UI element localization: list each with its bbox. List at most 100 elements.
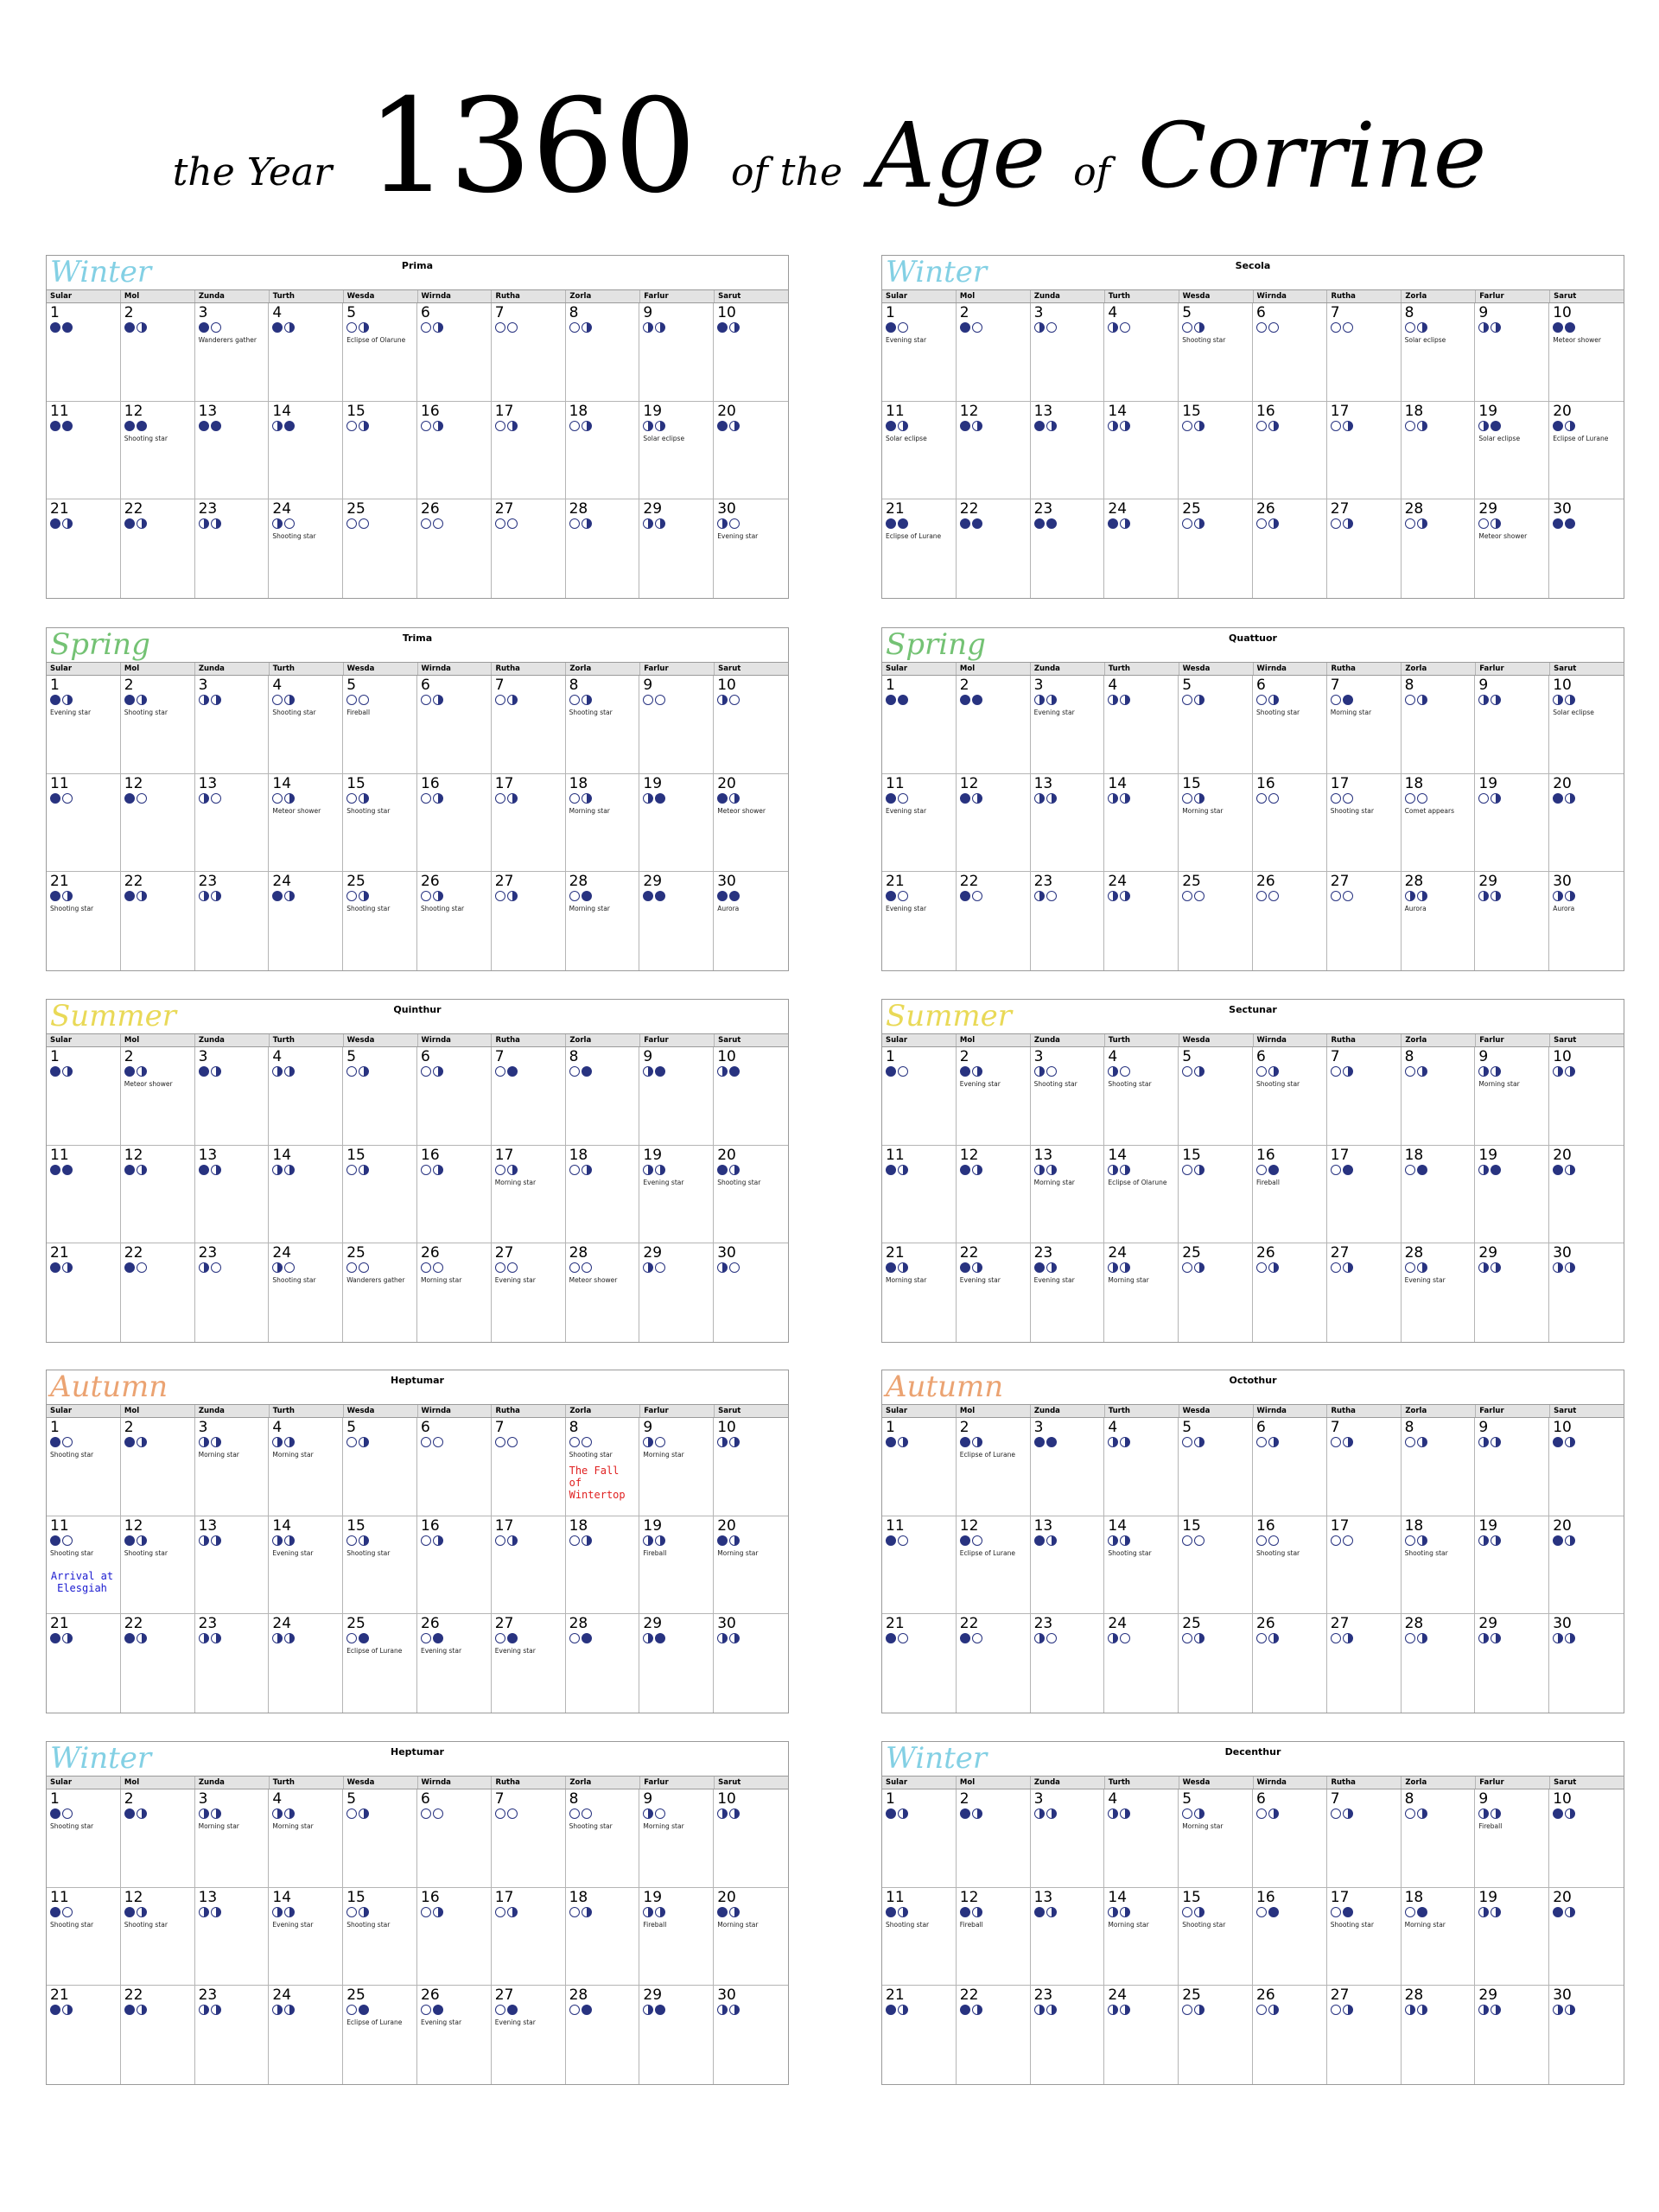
day-cell[interactable]: 22 xyxy=(957,872,1031,970)
day-cell[interactable]: 29 Meteor shower xyxy=(1475,499,1550,598)
day-cell[interactable]: 9 Morning star xyxy=(639,1418,715,1516)
day-cell[interactable]: 30 xyxy=(714,1986,788,2084)
day-cell[interactable]: 5 Eclipse of Olarune xyxy=(343,303,417,402)
day-cell[interactable]: 5 xyxy=(343,1789,417,1888)
day-cell[interactable]: 11 xyxy=(47,1145,121,1244)
day-cell[interactable]: 3 xyxy=(1030,1418,1105,1516)
day-cell[interactable]: 16 Shooting star xyxy=(1253,1516,1327,1615)
day-cell[interactable]: 11 Solar eclipse xyxy=(882,401,957,500)
day-cell[interactable]: 2 xyxy=(120,1789,195,1888)
day-cell[interactable]: 11 xyxy=(47,773,121,873)
day-cell[interactable]: 28 Aurora xyxy=(1402,872,1476,970)
day-cell[interactable]: 10 Meteor shower xyxy=(1549,303,1624,402)
day-cell[interactable]: 4 xyxy=(269,303,344,402)
day-cell[interactable]: 9 Morning star xyxy=(639,1789,715,1888)
day-cell[interactable]: 16 xyxy=(1253,773,1327,873)
day-cell[interactable]: 27 xyxy=(492,499,566,598)
day-cell[interactable]: 30 Evening star xyxy=(714,499,788,598)
day-cell[interactable]: 2 Meteor shower xyxy=(120,1047,195,1146)
day-cell[interactable]: 13 xyxy=(194,1145,270,1244)
day-cell[interactable]: 2 xyxy=(120,303,195,402)
day-cell[interactable]: 16 xyxy=(417,773,492,873)
day-cell[interactable]: 26 Evening star xyxy=(417,1614,492,1713)
day-cell[interactable]: 1 xyxy=(47,1047,121,1146)
day-cell[interactable]: 26 Morning star xyxy=(417,1243,492,1342)
day-cell[interactable]: 30 xyxy=(1549,1243,1624,1342)
day-cell[interactable]: 15 Shooting star xyxy=(343,773,417,873)
day-cell[interactable]: 10 Solar eclipse xyxy=(1549,676,1624,774)
day-cell[interactable]: 7 xyxy=(491,1789,566,1888)
day-cell[interactable]: 12 Shooting star xyxy=(120,1887,195,1986)
day-cell[interactable]: 1 xyxy=(882,1047,957,1146)
day-cell[interactable]: 20 Shooting star xyxy=(714,1146,788,1244)
day-cell[interactable]: 21 Eclipse of Lurane xyxy=(882,499,957,598)
day-cell[interactable]: 21 xyxy=(47,499,121,598)
day-cell[interactable]: 20 Eclipse of Lurane xyxy=(1549,402,1624,500)
day-cell[interactable]: 14 xyxy=(269,401,344,500)
day-cell[interactable]: 23 xyxy=(195,1243,270,1342)
day-cell[interactable]: 14 Shooting star xyxy=(1104,1516,1179,1615)
day-cell[interactable]: 12 xyxy=(956,1145,1031,1244)
day-cell[interactable]: 26 Evening star xyxy=(417,1986,492,2084)
day-cell[interactable]: 9 Fireball xyxy=(1475,1789,1550,1888)
day-cell[interactable]: 8 xyxy=(1401,1789,1476,1888)
day-cell[interactable]: 25 Shooting star xyxy=(343,872,417,970)
day-cell[interactable]: 25 xyxy=(1179,1986,1253,2084)
day-cell[interactable]: 30 xyxy=(714,1243,788,1342)
day-cell[interactable]: 16 xyxy=(417,1516,492,1615)
day-cell[interactable]: 9 xyxy=(1475,303,1550,402)
day-cell[interactable]: 16 Fireball xyxy=(1253,1145,1327,1244)
day-cell[interactable]: 5 xyxy=(343,1418,417,1516)
day-cell[interactable]: 16 xyxy=(1253,401,1327,500)
day-cell[interactable]: 18 xyxy=(565,1887,640,1986)
day-cell[interactable]: 2 Evening star xyxy=(956,1047,1031,1146)
day-cell[interactable]: 9 xyxy=(1475,676,1550,774)
day-cell[interactable]: 10 xyxy=(1549,1789,1624,1888)
day-cell[interactable]: 11 Shooting star xyxy=(882,1887,957,1986)
day-cell[interactable]: 10 xyxy=(714,676,788,774)
day-cell[interactable]: 13 Morning star xyxy=(1030,1145,1105,1244)
day-cell[interactable]: 3 Wanderers gather xyxy=(194,303,270,402)
day-cell[interactable]: 18 xyxy=(1401,1145,1476,1244)
day-cell[interactable]: 7 xyxy=(491,303,566,402)
day-cell[interactable]: 11 xyxy=(882,1516,957,1615)
day-cell[interactable]: 25 Eclipse of Lurane xyxy=(343,1986,417,2084)
day-cell[interactable]: 23 xyxy=(195,1986,270,2084)
day-cell[interactable]: 22 xyxy=(121,499,195,598)
day-cell[interactable]: 22 xyxy=(957,1614,1031,1713)
day-cell[interactable]: 12 xyxy=(120,773,195,873)
day-cell[interactable]: 2 xyxy=(956,1789,1031,1888)
day-cell[interactable]: 6 xyxy=(417,676,492,774)
day-cell[interactable]: 17 Shooting star xyxy=(1326,773,1402,873)
day-cell[interactable]: 25 xyxy=(1179,1614,1253,1713)
day-cell[interactable]: 1 Evening star xyxy=(882,303,957,402)
day-cell[interactable]: 23 Evening star xyxy=(1031,1243,1105,1342)
day-cell[interactable]: 19 Solar eclipse xyxy=(1475,401,1550,500)
day-cell[interactable]: 13 xyxy=(1030,1516,1105,1615)
day-cell[interactable]: 20 xyxy=(1549,1516,1624,1615)
day-cell[interactable]: 24 Shooting star xyxy=(269,499,344,598)
day-cell[interactable]: 8 xyxy=(565,1047,640,1146)
day-cell[interactable]: 25 xyxy=(1179,499,1253,598)
day-cell[interactable]: 4 Shooting star xyxy=(269,676,344,774)
day-cell[interactable]: 19 xyxy=(1475,1516,1550,1615)
day-cell[interactable]: 23 xyxy=(195,872,270,970)
day-cell[interactable]: 14 Eclipse of Olarune xyxy=(1104,1145,1179,1244)
day-cell[interactable]: 20 Morning star xyxy=(714,1888,788,1986)
day-cell[interactable]: 28 Morning star xyxy=(566,872,640,970)
day-cell[interactable]: 3 xyxy=(194,676,270,774)
day-cell[interactable]: 4 xyxy=(269,1047,344,1146)
day-cell[interactable]: 12 Eclipse of Lurane xyxy=(956,1516,1031,1615)
day-cell[interactable]: 19 xyxy=(639,773,715,873)
day-cell[interactable]: 16 xyxy=(417,1887,492,1986)
day-cell[interactable]: 23 xyxy=(1031,1986,1105,2084)
day-cell[interactable]: 8 Shooting star xyxy=(565,676,640,774)
day-cell[interactable]: 7 xyxy=(1326,1789,1402,1888)
day-cell[interactable]: 16 xyxy=(417,1145,492,1244)
day-cell[interactable]: 11 Shooting star Arrival at Elesgiah xyxy=(47,1516,121,1615)
day-cell[interactable]: 13 xyxy=(1030,401,1105,500)
day-cell[interactable]: 15 Shooting star xyxy=(343,1887,417,1986)
day-cell[interactable]: 27 xyxy=(1327,1986,1402,2084)
day-cell[interactable]: 21 xyxy=(882,1614,957,1713)
day-cell[interactable]: 29 xyxy=(639,1243,715,1342)
